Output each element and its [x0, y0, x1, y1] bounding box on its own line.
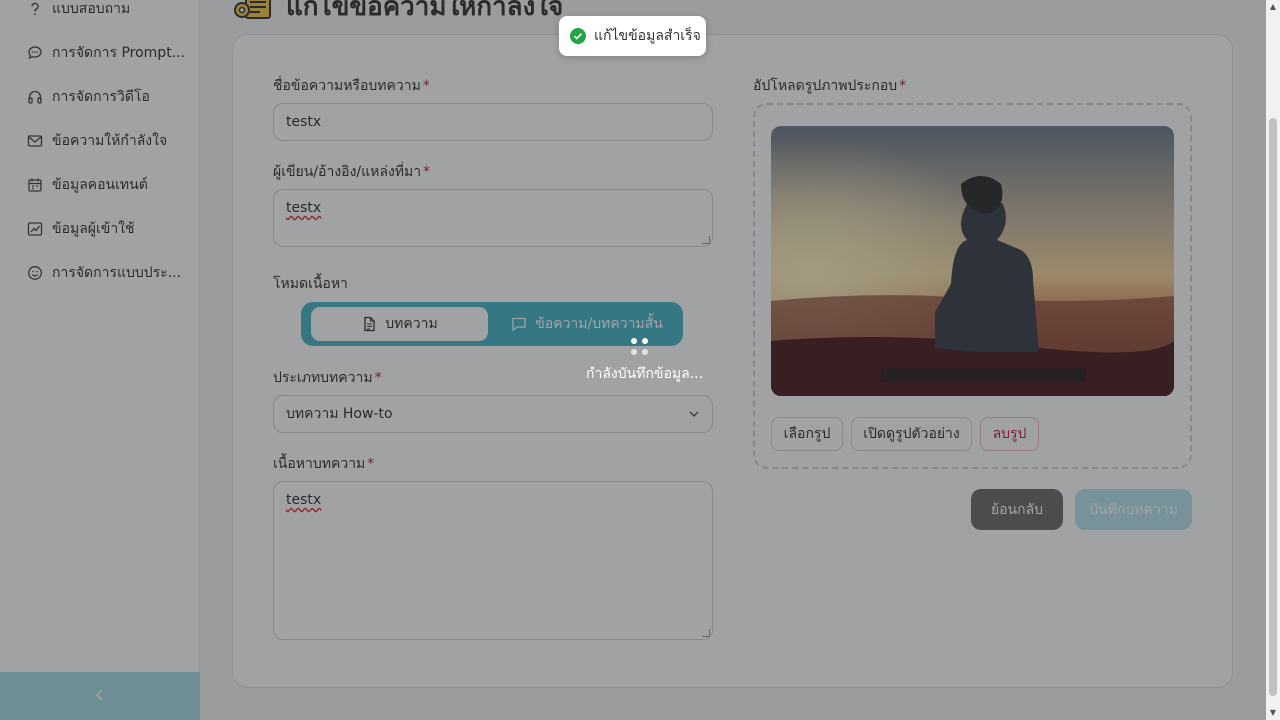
loading-spinner	[630, 337, 650, 357]
loading-overlay	[0, 0, 1280, 720]
success-toast: แก้ไขข้อมูลสำเร็จ	[559, 16, 706, 56]
scroll-up-icon[interactable]: ▲	[1269, 3, 1277, 11]
scroll-thumb[interactable]	[1269, 118, 1277, 696]
check-circle-icon	[570, 28, 586, 44]
scroll-down-icon[interactable]: ▼	[1269, 709, 1277, 717]
toast-message: แก้ไขข้อมูลสำเร็จ	[594, 28, 701, 44]
page-scrollbar[interactable]: ▲ ▼	[1266, 0, 1280, 720]
loading-text: กำลังบันทึกข้อมูล...	[586, 366, 704, 382]
